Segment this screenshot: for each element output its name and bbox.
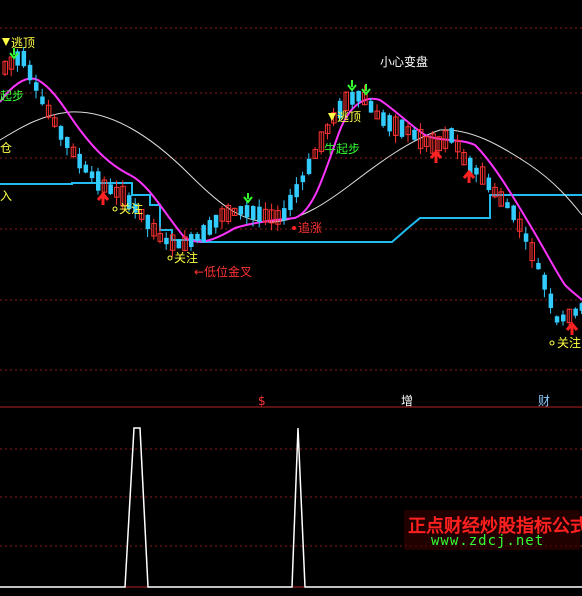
signal-dot-icon: [292, 226, 296, 230]
candle-body: [108, 184, 113, 195]
label-bull-start: 牛起步: [324, 141, 360, 156]
red-up-arrow-icon: [565, 321, 579, 335]
candlesticks: [2, 47, 582, 326]
marker-wealth: 财: [538, 394, 550, 408]
candle-body: [356, 90, 361, 102]
candle-body: [523, 233, 529, 242]
candle-body: [288, 194, 293, 210]
candle-body: [65, 137, 70, 148]
candle-body: [300, 175, 306, 183]
candle-body: [561, 314, 566, 322]
label-attention-3: 关注: [557, 335, 581, 350]
candle-body: [573, 308, 578, 316]
label-escape-top-1: 逃顶: [11, 36, 35, 50]
candle-body: [536, 262, 541, 270]
candle-body: [195, 233, 200, 241]
candle-body: [201, 225, 206, 243]
candle-body: [449, 128, 454, 143]
candle-body: [251, 206, 256, 220]
candle-body: [511, 205, 516, 221]
signal-dot-icon: [549, 340, 555, 346]
watermark-url: www.zdcj.net: [431, 533, 545, 549]
candle-body: [294, 184, 299, 198]
candle-body: [257, 206, 262, 222]
indicator-line: [0, 427, 582, 588]
green-down-arrow-icon: [347, 80, 357, 92]
candle-body: [368, 100, 374, 113]
candle-body: [505, 202, 510, 209]
label-attention-1: 关注: [119, 201, 143, 216]
marker-increase: 增: [401, 394, 413, 408]
label-enter: 入: [0, 189, 12, 203]
candle-body: [350, 91, 355, 105]
candle-body: [145, 214, 151, 230]
candle-body: [282, 208, 287, 221]
candle-body: [176, 239, 182, 249]
candle-body: [238, 206, 244, 215]
candle-body: [89, 171, 95, 179]
label-escape-top-2: 逃顶: [337, 110, 361, 124]
candle-body: [542, 274, 547, 290]
candle-body: [40, 96, 45, 105]
candle-body: [381, 112, 386, 126]
candle-body: [21, 50, 27, 67]
candle-body: [58, 126, 64, 140]
candle-body: [96, 171, 101, 191]
candle-body: [27, 64, 33, 81]
candle-body: [34, 82, 39, 91]
sell-arrow-icon: [328, 113, 336, 121]
label-attention-2: 关注: [174, 250, 198, 265]
candle-body: [554, 316, 560, 323]
sell-arrow-icon: [2, 38, 10, 46]
candle-body: [548, 293, 554, 308]
candle-body: [399, 119, 405, 137]
signal-dot-icon: [167, 255, 173, 261]
chart-canvas: 逃顶 起步 仓 入 关注 关注 ←低位金叉 追涨 小心变盘 逃顶 牛起步 关注 …: [0, 27, 582, 588]
red-up-arrow-icon: [96, 191, 110, 205]
candle-body: [207, 220, 213, 235]
candle-body: [486, 177, 492, 191]
signal-arrows: [2, 38, 579, 346]
candle-body: [474, 167, 479, 175]
candle-body: [244, 205, 250, 218]
lower-markers: $ 增 财: [258, 394, 550, 408]
candle-body: [83, 164, 89, 173]
candle-body: [213, 214, 219, 228]
signal-dot-icon: [112, 206, 118, 212]
label-low-golden-cross: ←低位金叉: [194, 264, 252, 279]
candle-body: [306, 158, 312, 175]
candle-body: [387, 115, 392, 132]
candle-body: [164, 237, 169, 245]
candle-body: [77, 153, 82, 169]
marker-dollar: $: [258, 394, 266, 408]
candle-body: [412, 129, 417, 140]
label-careful-change: 小心变盘: [380, 54, 428, 69]
label-rise-1: 起步: [0, 89, 24, 103]
candle-body: [189, 234, 194, 247]
label-warehouse: 仓: [0, 141, 12, 155]
label-chase-rise: 追涨: [298, 220, 322, 235]
green-down-arrow-icon: [243, 193, 253, 204]
